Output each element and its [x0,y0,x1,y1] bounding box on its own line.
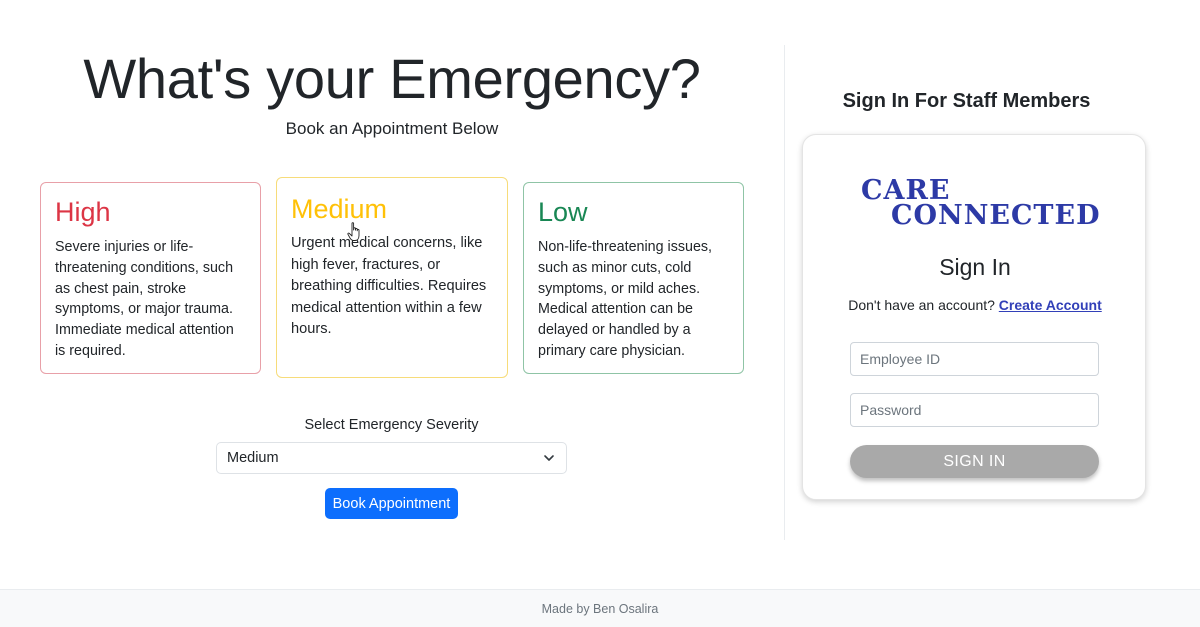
care-connected-logo: CARE CONNECTED [861,175,1100,231]
book-appointment-button[interactable]: Book Appointment [325,488,458,519]
create-account-link[interactable]: Create Account [999,297,1102,313]
footer-credit: Made by Ben Osalira [541,601,659,616]
staff-signin-panel: Sign In For Staff Members CARE CONNECTED… [785,0,1200,560]
login-card: CARE CONNECTED Sign In Don't have an acc… [802,134,1146,500]
severity-card-medium[interactable]: Medium Urgent medical concerns, like hig… [276,177,508,378]
logo-line-2: CONNECTED [891,200,1101,231]
emergency-booking-panel: What's your Emergency? Book an Appointme… [0,0,784,560]
severity-card-high[interactable]: High Severe injuries or life-threatening… [40,182,261,374]
sign-in-button[interactable]: SIGN IN [850,445,1099,478]
account-prompt-text: Don't have an account? [848,297,995,313]
staff-signin-heading: Sign In For Staff Members [842,90,1091,112]
severity-card-low[interactable]: Low Non-life-threatening issues, such as… [523,182,744,374]
page-subtitle: Book an Appointment Below [285,119,499,138]
page-title: What's your Emergency? [83,47,701,110]
card-title-low: Low [538,197,588,227]
card-title-high: High [55,197,111,227]
card-text-medium: Urgent medical concerns, like high fever… [291,235,487,338]
severity-select-label: Select Emergency Severity [304,417,479,433]
card-title-medium: Medium [291,194,388,224]
page-footer: Made by Ben Osalira [0,589,1200,627]
severity-select[interactable]: Medium [216,442,567,474]
card-text-low: Non-life-threatening issues, such as min… [538,239,713,359]
password-input[interactable] [850,393,1099,427]
chevron-down-icon [542,451,556,465]
signin-title: Sign In [939,254,1011,280]
employee-id-input[interactable] [850,342,1099,376]
account-prompt-line: Don't have an account? Create Account [803,297,1147,313]
card-text-high: Severe injuries or life-threatening cond… [55,239,234,359]
severity-select-value: Medium [227,450,279,466]
